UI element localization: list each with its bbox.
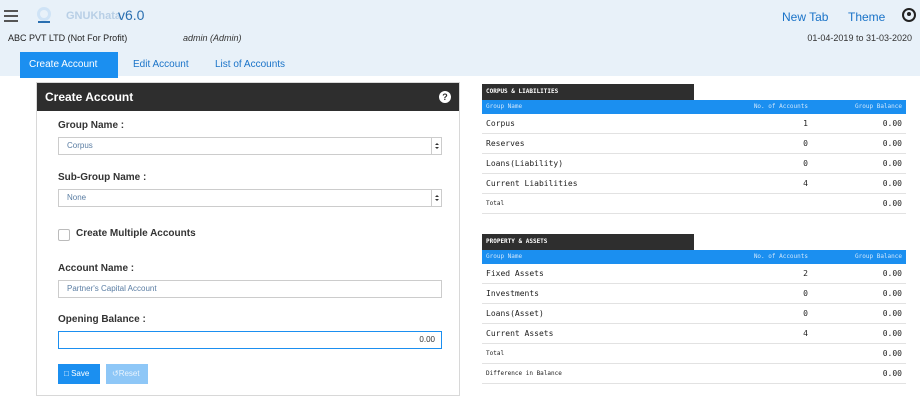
difference-label: Difference in Balance (486, 370, 562, 377)
total-label: Total (486, 200, 505, 207)
table-row: Current Assets 4 0.00 (482, 324, 906, 344)
sub-group-name-value: None (67, 193, 87, 202)
assets-caption: PROPERTY & ASSETS (482, 234, 694, 250)
account-name-input[interactable]: Partner's Capital Account (58, 280, 442, 298)
group-name-value: Corpus (67, 141, 93, 150)
app-version: v6.0 (118, 7, 145, 23)
card-title: Create Account (45, 90, 134, 104)
select-arrow-icon (431, 190, 441, 206)
save-icon: □ (64, 369, 72, 378)
row-balance: 0.00 (882, 269, 902, 278)
create-multiple-accounts-label: Create Multiple Accounts (76, 228, 196, 239)
user-icon[interactable] (902, 8, 916, 22)
row-count: 1 (803, 119, 808, 128)
tab-create-account[interactable]: Create Account (20, 52, 118, 78)
header-group-balance: Group Balance (855, 253, 902, 260)
table-row: Investments 0 0.00 (482, 284, 906, 304)
assets-header: Group Name No. of Accounts Group Balance (482, 250, 906, 264)
row-count: 0 (803, 309, 808, 318)
top-bar: GNUKhata v6.0 New Tab Theme (0, 0, 920, 34)
row-balance: 0.00 (882, 309, 902, 318)
sub-group-name-select[interactable]: None (58, 189, 442, 207)
reset-icon: ↺ (112, 369, 119, 378)
row-name: Loans(Liability) (486, 159, 564, 168)
header-no-of-accounts: No. of Accounts (753, 253, 808, 260)
table-row: Loans(Liability) 0 0.00 (482, 154, 906, 174)
row-name: Loans(Asset) (486, 309, 544, 318)
row-count: 2 (803, 269, 808, 278)
table-row: Reserves 0 0.00 (482, 134, 906, 154)
app-logo-icon (37, 7, 51, 23)
logged-in-user: admin (Admin) (183, 33, 242, 43)
table-row: Fixed Assets 2 0.00 (482, 264, 906, 284)
app-name: GNUKhata (66, 10, 122, 22)
save-button-label: Save (71, 369, 90, 378)
row-balance: 0.00 (882, 179, 902, 188)
row-name: Corpus (486, 119, 515, 128)
sub-group-name-label: Sub-Group Name : (58, 172, 147, 183)
row-name: Investments (486, 289, 539, 298)
row-name: Current Assets (486, 329, 554, 338)
table-row: Loans(Asset) 0 0.00 (482, 304, 906, 324)
row-balance: 0.00 (882, 119, 902, 128)
help-icon[interactable]: ? (439, 91, 451, 103)
liabilities-caption: CORPUS & LIABILITIES (482, 84, 694, 100)
row-count: 0 (803, 139, 808, 148)
total-row: Total 0.00 (482, 344, 906, 364)
header-group-name: Group Name (486, 103, 523, 110)
card-header: Create Account ? (37, 83, 459, 111)
reset-button-label: Reset (118, 369, 140, 378)
liabilities-header: Group Name No. of Accounts Group Balance (482, 100, 906, 114)
company-name: ABC PVT LTD (Not For Profit) (8, 33, 128, 43)
theme-link[interactable]: Theme (848, 10, 885, 24)
tab-edit-account[interactable]: Edit Account (124, 52, 198, 78)
row-balance: 0.00 (882, 139, 902, 148)
header-group-name: Group Name (486, 253, 523, 260)
menu-icon[interactable] (4, 10, 18, 22)
table-row: Current Liabilities 4 0.00 (482, 174, 906, 194)
reset-button[interactable]: ↺Reset (106, 364, 148, 384)
row-count: 4 (803, 179, 808, 188)
total-value: 0.00 (882, 349, 902, 358)
row-name: Current Liabilities (486, 179, 578, 188)
table-row: Corpus 1 0.00 (482, 114, 906, 134)
group-name-select[interactable]: Corpus (58, 137, 442, 155)
row-name: Fixed Assets (486, 269, 544, 278)
row-name: Reserves (486, 139, 525, 148)
account-name-label: Account Name : (58, 263, 135, 274)
row-count: 0 (803, 159, 808, 168)
difference-row: Difference in Balance 0.00 (482, 364, 906, 384)
select-arrow-icon (431, 138, 441, 154)
row-balance: 0.00 (882, 159, 902, 168)
row-count: 4 (803, 329, 808, 338)
new-tab-link[interactable]: New Tab (782, 10, 828, 24)
total-row: Total 0.00 (482, 194, 906, 214)
difference-value: 0.00 (882, 369, 902, 378)
row-count: 0 (803, 289, 808, 298)
checkbox-box[interactable] (58, 229, 70, 241)
financial-period: 01-04-2019 to 31-03-2020 (807, 33, 912, 43)
header-no-of-accounts: No. of Accounts (753, 103, 808, 110)
row-balance: 0.00 (882, 329, 902, 338)
group-name-label: Group Name : (58, 120, 125, 131)
tab-list-of-accounts[interactable]: List of Accounts (206, 52, 294, 78)
save-button[interactable]: □ Save (58, 364, 100, 384)
total-label: Total (486, 350, 505, 357)
opening-balance-label: Opening Balance : (58, 314, 146, 325)
opening-balance-input[interactable]: 0.00 (58, 331, 442, 349)
total-value: 0.00 (882, 199, 902, 208)
header-group-balance: Group Balance (855, 103, 902, 110)
row-balance: 0.00 (882, 289, 902, 298)
